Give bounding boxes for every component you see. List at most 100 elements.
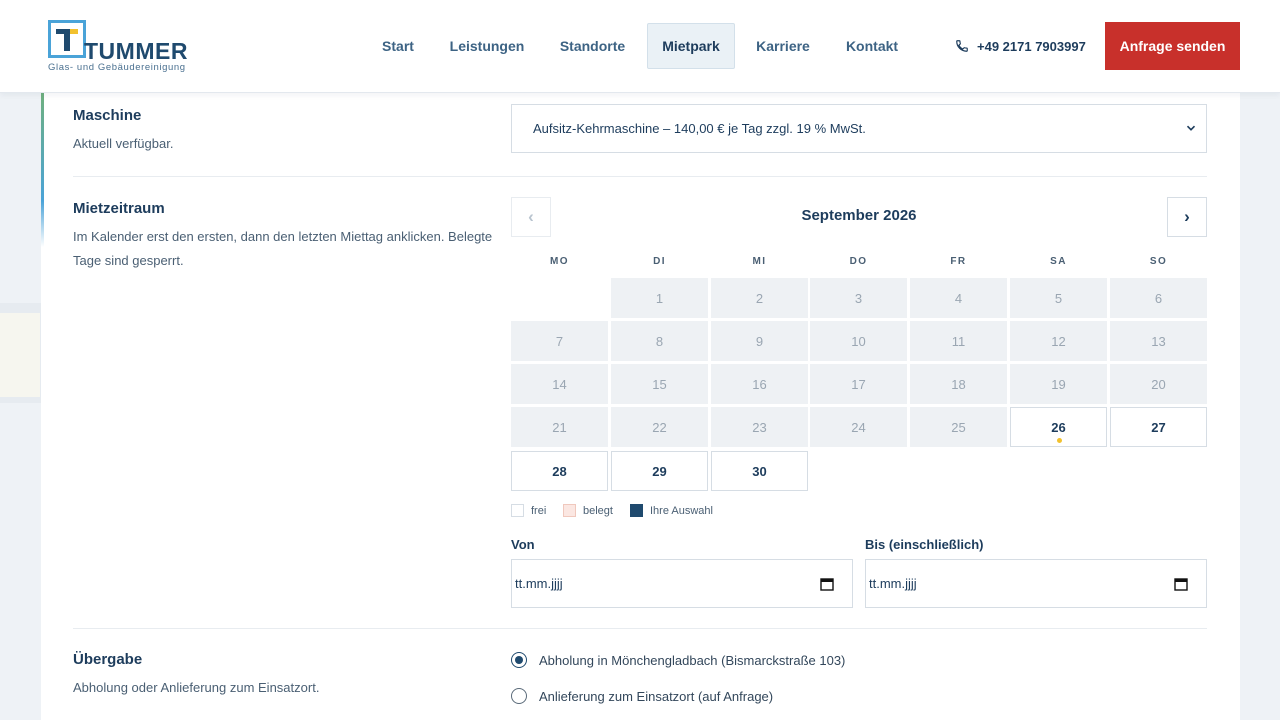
chevron-down-icon (1186, 125, 1196, 131)
delivery-radio-label: Anlieferung zum Einsatzort (auf Anfrage) (539, 688, 774, 704)
to-date-input[interactable]: tt.mm.jjjj (865, 559, 1207, 608)
legend-booked-swatch (563, 504, 576, 517)
calendar-day-number: 23 (752, 419, 767, 435)
calendar-day-13: 13 (1110, 321, 1207, 361)
calendar-day-number: 14 (552, 376, 567, 392)
calendar-day-number: 30 (752, 463, 767, 479)
from-date-input[interactable]: tt.mm.jjjj (511, 559, 853, 608)
machine-section-title: Maschine (73, 107, 142, 124)
legend-booked-label: belegt (583, 504, 613, 517)
calendar-day-4: 4 (910, 278, 1007, 318)
pickup-radio-label: Abholung in Mönchengladbach (Bismarckstr… (539, 652, 846, 668)
legend-free: frei (511, 504, 546, 517)
handover-section-desc: Abholung oder Anlieferung zum Einsatzort… (73, 680, 320, 695)
calendar-day-10: 10 (810, 321, 907, 361)
logo-wordmark: TUMMER (84, 38, 188, 64)
handover-option-pickup[interactable]: Abholung in Mönchengladbach (Bismarckstr… (511, 652, 845, 668)
calendar-day-29[interactable]: 29 (611, 451, 708, 491)
send-request-button[interactable]: Anfrage senden (1105, 22, 1240, 70)
calendar-day-14: 14 (511, 364, 608, 404)
phone-number: +49 2171 7903997 (977, 38, 1086, 54)
calendar-day-number: 9 (755, 333, 764, 349)
calendar-day-number: 2 (755, 290, 764, 306)
nav-item-karriere[interactable]: Karriere (750, 23, 816, 69)
calendar-day-6: 6 (1110, 278, 1207, 318)
calendar-day-3: 3 (810, 278, 907, 318)
calendar-day-number: 12 (1051, 333, 1066, 349)
legend-booked: belegt (563, 504, 613, 517)
calendar-day-number: 7 (555, 333, 564, 349)
calendar-day-18: 18 (910, 364, 1007, 404)
calendar-day-number: 1 (655, 290, 664, 306)
from-label: Von (511, 537, 535, 552)
section-divider (73, 176, 1207, 177)
calendar-day-26[interactable]: 26 (1010, 407, 1107, 447)
calendar-day-28[interactable]: 28 (511, 451, 608, 491)
calendar-day-21: 21 (511, 407, 608, 447)
nav-item-standorte[interactable]: Standorte (554, 23, 631, 69)
calendar-day-number: 24 (851, 419, 866, 435)
legend-free-label: frei (531, 504, 547, 517)
pickup-radio[interactable] (511, 652, 527, 668)
calendar-day-number: 15 (652, 376, 667, 392)
machine-select[interactable]: Aufsitz-Kehrmaschine – 140,00 € je Tag z… (511, 104, 1207, 153)
calendar-day-30[interactable]: 30 (711, 451, 808, 491)
background-panel (0, 313, 40, 397)
calendar-icon[interactable] (820, 577, 834, 591)
calendar-day-number: 18 (951, 376, 966, 392)
nav-item-start[interactable]: Start (372, 23, 424, 69)
nav-item-mietpark[interactable]: Mietpark (647, 23, 735, 69)
calendar-day-23: 23 (711, 407, 808, 447)
from-date-placeholder: tt.mm.jjjj (515, 576, 563, 591)
nav-item-kontakt[interactable]: Kontakt (840, 23, 904, 69)
card-accent-bar (41, 93, 44, 247)
calendar-icon[interactable] (1174, 577, 1188, 591)
calendar-day-22: 22 (611, 407, 708, 447)
legend-selection-swatch (630, 504, 643, 517)
calendar-day-number: 25 (951, 419, 966, 435)
weekday-sa: SA (1050, 256, 1067, 267)
legend-selection-label: Ihre Auswahl (650, 504, 713, 517)
section-divider (73, 628, 1207, 629)
weekday-fr: FR (950, 256, 967, 267)
legend-free-swatch (511, 504, 524, 517)
calendar-day-11: 11 (910, 321, 1007, 361)
phone-link[interactable]: +49 2171 7903997 (955, 36, 1086, 56)
calendar-prev-button[interactable]: ‹ (511, 197, 551, 237)
calendar-day-number: 13 (1151, 333, 1166, 349)
calendar-day-number: 28 (552, 463, 567, 479)
delivery-radio[interactable] (511, 688, 527, 704)
to-label: Bis (einschließlich) (865, 537, 984, 552)
machine-section-desc: Aktuell verfügbar. (73, 136, 174, 151)
weekday-di: DI (653, 256, 666, 267)
weekday-mo: MO (550, 256, 569, 267)
calendar-day-27[interactable]: 27 (1110, 407, 1207, 447)
calendar-day-19: 19 (1010, 364, 1107, 404)
calendar-day-number: 6 (1154, 290, 1163, 306)
calendar-next-button[interactable]: › (1167, 197, 1207, 237)
calendar-day-7: 7 (511, 321, 608, 361)
nav-item-leistungen[interactable]: Leistungen (446, 23, 528, 69)
calendar-day-2: 2 (711, 278, 808, 318)
calendar-day-number: 5 (1054, 290, 1063, 306)
calendar-day-1: 1 (611, 278, 708, 318)
calendar-day-12: 12 (1010, 321, 1107, 361)
weekday-mi: MI (752, 256, 767, 267)
calendar-month-title: September 2026 (801, 207, 917, 224)
handover-section-title: Übergabe (73, 651, 143, 668)
calendar-day-number: 27 (1151, 419, 1166, 435)
calendar-day-15: 15 (611, 364, 708, 404)
period-section-desc: Im Kalender erst den ersten, dann den le… (73, 229, 493, 268)
calendar-day-number: 16 (752, 376, 767, 392)
handover-option-delivery[interactable]: Anlieferung zum Einsatzort (auf Anfrage) (511, 688, 773, 704)
to-date-placeholder: tt.mm.jjjj (869, 576, 917, 591)
calendar-day-24: 24 (810, 407, 907, 447)
legend-selection: Ihre Auswahl (630, 504, 713, 517)
logo[interactable]: TUMMER Glas- und Gebäudereinigung (48, 20, 198, 74)
calendar-day-8: 8 (611, 321, 708, 361)
calendar-day-number: 3 (854, 290, 863, 306)
calendar-day-17: 17 (810, 364, 907, 404)
calendar-day-20: 20 (1110, 364, 1207, 404)
calendar-day-number: 19 (1051, 376, 1066, 392)
phone-icon (956, 40, 968, 52)
